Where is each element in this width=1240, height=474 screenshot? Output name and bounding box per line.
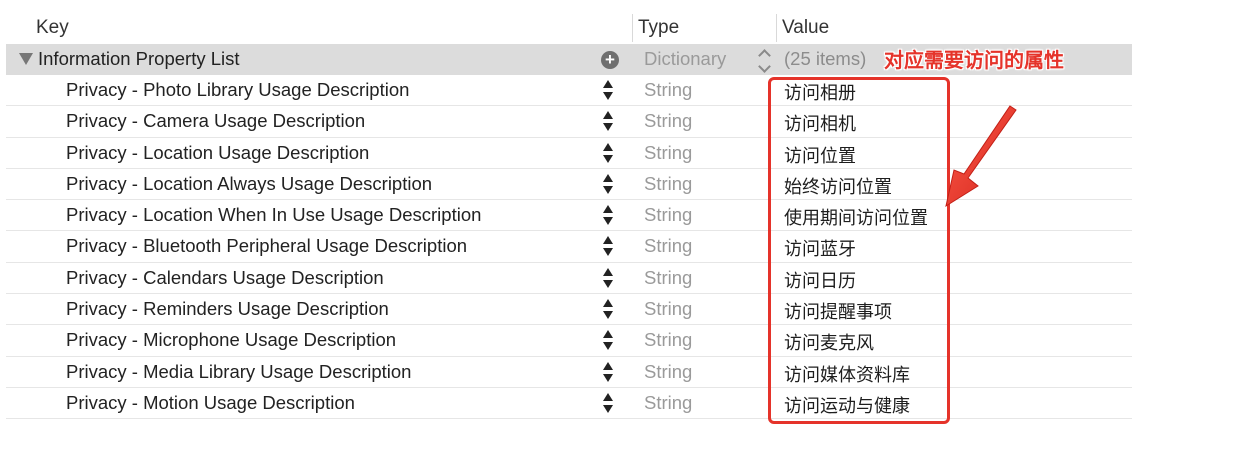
plist-row[interactable]: Privacy - Reminders Usage Description Str… xyxy=(6,294,1132,326)
row-type[interactable]: String xyxy=(644,392,692,414)
plist-row[interactable]: Privacy - Calendars Usage Description Str… xyxy=(6,263,1132,295)
annotation-arrow-icon xyxy=(945,105,1017,208)
column-divider[interactable] xyxy=(632,14,633,42)
column-header-type[interactable]: Type xyxy=(638,17,679,39)
row-key[interactable]: Privacy - Camera Usage Description xyxy=(66,110,365,132)
row-key[interactable]: Privacy - Media Library Usage Descriptio… xyxy=(66,361,411,383)
row-stepper-icon[interactable] xyxy=(601,173,615,196)
row-stepper-icon[interactable] xyxy=(601,236,615,258)
row-type[interactable]: String xyxy=(644,142,692,164)
column-header-row: Key Type Value xyxy=(6,10,1132,44)
column-header-value[interactable]: Value xyxy=(782,17,829,39)
root-type[interactable]: Dictionary xyxy=(644,48,726,70)
row-type[interactable]: String xyxy=(644,204,692,226)
row-type[interactable]: String xyxy=(644,110,692,132)
row-type[interactable]: String xyxy=(644,361,692,383)
row-stepper-icon[interactable] xyxy=(601,330,615,352)
row-stepper-icon[interactable] xyxy=(601,299,615,321)
row-type[interactable]: String xyxy=(644,298,692,320)
annotation-label: 对应需要访问的属性 xyxy=(884,48,1064,72)
row-key[interactable]: Privacy - Photo Library Usage Descriptio… xyxy=(66,79,409,101)
row-key[interactable]: Privacy - Microphone Usage Description xyxy=(66,329,396,351)
plist-row[interactable]: Privacy - Media Library Usage Descriptio… xyxy=(6,357,1132,388)
row-type[interactable]: String xyxy=(644,173,692,195)
row-key[interactable]: Privacy - Motion Usage Description xyxy=(66,392,355,414)
plist-row[interactable]: Privacy - Microphone Usage Description St… xyxy=(6,325,1132,357)
row-stepper-icon[interactable] xyxy=(601,80,615,102)
plist-row[interactable]: Privacy - Motion Usage Description String… xyxy=(6,388,1132,420)
row-type[interactable]: String xyxy=(644,79,692,101)
row-key[interactable]: Privacy - Location Usage Description xyxy=(66,142,369,164)
column-divider[interactable] xyxy=(776,14,777,42)
row-key[interactable]: Privacy - Calendars Usage Description xyxy=(66,267,384,289)
row-key[interactable]: Privacy - Location Always Usage Descript… xyxy=(66,173,432,195)
row-stepper-icon[interactable] xyxy=(601,142,615,165)
row-stepper-icon[interactable] xyxy=(601,361,615,384)
row-key[interactable]: Privacy - Location When In Use Usage Des… xyxy=(66,204,481,226)
disclosure-triangle-down-icon[interactable] xyxy=(19,53,33,65)
root-key: Information Property List xyxy=(38,48,240,69)
plist-row[interactable]: Privacy - Bluetooth Peripheral Usage Des… xyxy=(6,231,1132,263)
type-popup-chevron-icon[interactable] xyxy=(758,49,772,73)
annotation-highlight-box xyxy=(768,77,950,424)
root-value: (25 items) xyxy=(784,48,867,69)
row-stepper-icon[interactable] xyxy=(601,267,615,290)
row-type[interactable]: String xyxy=(644,235,692,257)
row-stepper-icon[interactable] xyxy=(601,205,615,227)
row-stepper-icon[interactable] xyxy=(601,392,615,415)
row-stepper-icon[interactable] xyxy=(601,111,615,133)
row-key[interactable]: Privacy - Reminders Usage Description xyxy=(66,298,389,320)
row-key[interactable]: Privacy - Bluetooth Peripheral Usage Des… xyxy=(66,235,467,257)
row-type[interactable]: String xyxy=(644,267,692,289)
row-type[interactable]: String xyxy=(644,329,692,351)
column-header-key[interactable]: Key xyxy=(36,17,69,39)
plus-circle-icon[interactable]: + xyxy=(601,51,619,69)
